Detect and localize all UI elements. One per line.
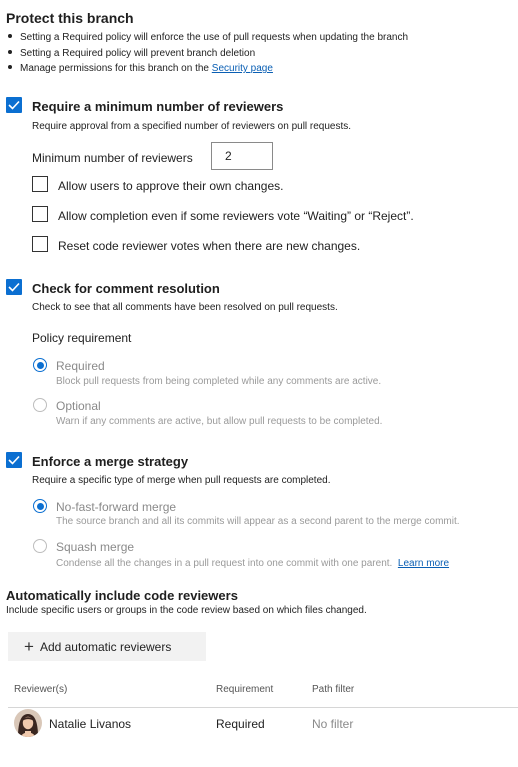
col-reviewers: Reviewer(s) — [14, 684, 68, 695]
comment-resolution-desc: Check to see that all comments have been… — [32, 302, 338, 313]
allow-completion-checkbox[interactable] — [32, 206, 48, 222]
comment-resolution-title: Check for comment resolution — [32, 281, 220, 296]
reset-votes-label: Reset code reviewer votes when there are… — [58, 239, 361, 253]
avatar — [14, 709, 42, 737]
note-item: Setting a Required policy will enforce t… — [6, 30, 408, 46]
note-text: Manage permissions for this branch on th… — [20, 63, 212, 74]
checkmark-icon — [8, 282, 20, 292]
note-text: Setting a Required policy will enforce t… — [20, 32, 409, 43]
required-desc: Block pull requests from being completed… — [56, 376, 382, 387]
no-fast-forward-desc: The source branch and all its commits wi… — [56, 516, 460, 527]
page-title: Protect this branch — [6, 10, 134, 26]
plus-icon: + — [24, 636, 34, 656]
checkmark-icon — [8, 100, 20, 110]
radio-dot — [36, 361, 44, 369]
add-button-label: Add automatic reviewers — [39, 639, 172, 654]
squash-desc-text: Condense all the changes in a pull reque… — [56, 558, 393, 569]
min-reviewers-label: Minimum number of reviewers — [32, 151, 193, 165]
require-reviewers-title: Require a minimum number of reviewers — [32, 99, 284, 114]
col-requirement: Requirement — [216, 684, 274, 695]
checkmark-icon — [8, 455, 20, 465]
learn-more-link[interactable]: Learn more — [398, 558, 449, 569]
min-reviewers-input[interactable]: 2 — [211, 142, 273, 170]
allow-self-approve-checkbox[interactable] — [32, 176, 48, 192]
optional-label: Optional — [56, 399, 101, 413]
no-fast-forward-label: No-fast-forward merge — [56, 500, 177, 514]
radio-dot — [36, 502, 44, 510]
col-path-filter: Path filter — [312, 684, 355, 695]
policy-notes: Setting a Required policy will enforce t… — [6, 30, 408, 77]
reviewer-requirement: Required — [216, 717, 265, 731]
reviewer-path-filter: No filter — [312, 717, 354, 731]
reset-votes-checkbox[interactable] — [32, 236, 48, 252]
policy-requirement-label: Policy requirement — [32, 331, 132, 345]
merge-strategy-title: Enforce a merge strategy — [32, 454, 189, 469]
note-text: Setting a Required policy will prevent b… — [20, 47, 256, 59]
require-reviewers-desc: Require approval from a specified number… — [32, 121, 352, 132]
optional-radio[interactable] — [33, 398, 47, 412]
squash-label: Squash merge — [56, 540, 135, 554]
add-automatic-reviewers-button[interactable]: + Add automatic reviewers — [8, 632, 206, 661]
squash-desc: Condense all the changes in a pull reque… — [56, 558, 449, 569]
bullet-icon — [8, 49, 12, 54]
security-page-link[interactable]: Security page — [212, 63, 273, 74]
optional-desc: Warn if any comments are active, but all… — [56, 416, 383, 427]
require-reviewers-checkbox[interactable] — [6, 97, 22, 113]
note-item: Manage permissions for this branch on th… — [6, 61, 408, 77]
note-item: Setting a Required policy will prevent b… — [6, 46, 408, 62]
auto-reviewers-desc: Include specific users or groups in the … — [6, 605, 367, 616]
auto-reviewers-title: Automatically include code reviewers — [6, 588, 238, 603]
comment-resolution-checkbox[interactable] — [6, 279, 22, 295]
user-avatar-icon — [14, 709, 42, 737]
merge-strategy-checkbox[interactable] — [6, 452, 22, 468]
bullet-icon — [8, 65, 12, 70]
required-radio[interactable] — [33, 358, 47, 372]
table-divider — [8, 707, 518, 708]
required-label: Required — [56, 359, 105, 373]
merge-strategy-desc: Require a specific type of merge when pu… — [32, 475, 331, 486]
squash-radio[interactable] — [33, 539, 47, 553]
no-fast-forward-radio[interactable] — [33, 499, 47, 513]
bullet-icon — [8, 34, 12, 39]
allow-self-approve-label: Allow users to approve their own changes… — [58, 179, 284, 193]
reviewer-name[interactable]: Natalie Livanos — [49, 717, 131, 731]
allow-completion-label: Allow completion even if some reviewers … — [58, 209, 414, 223]
